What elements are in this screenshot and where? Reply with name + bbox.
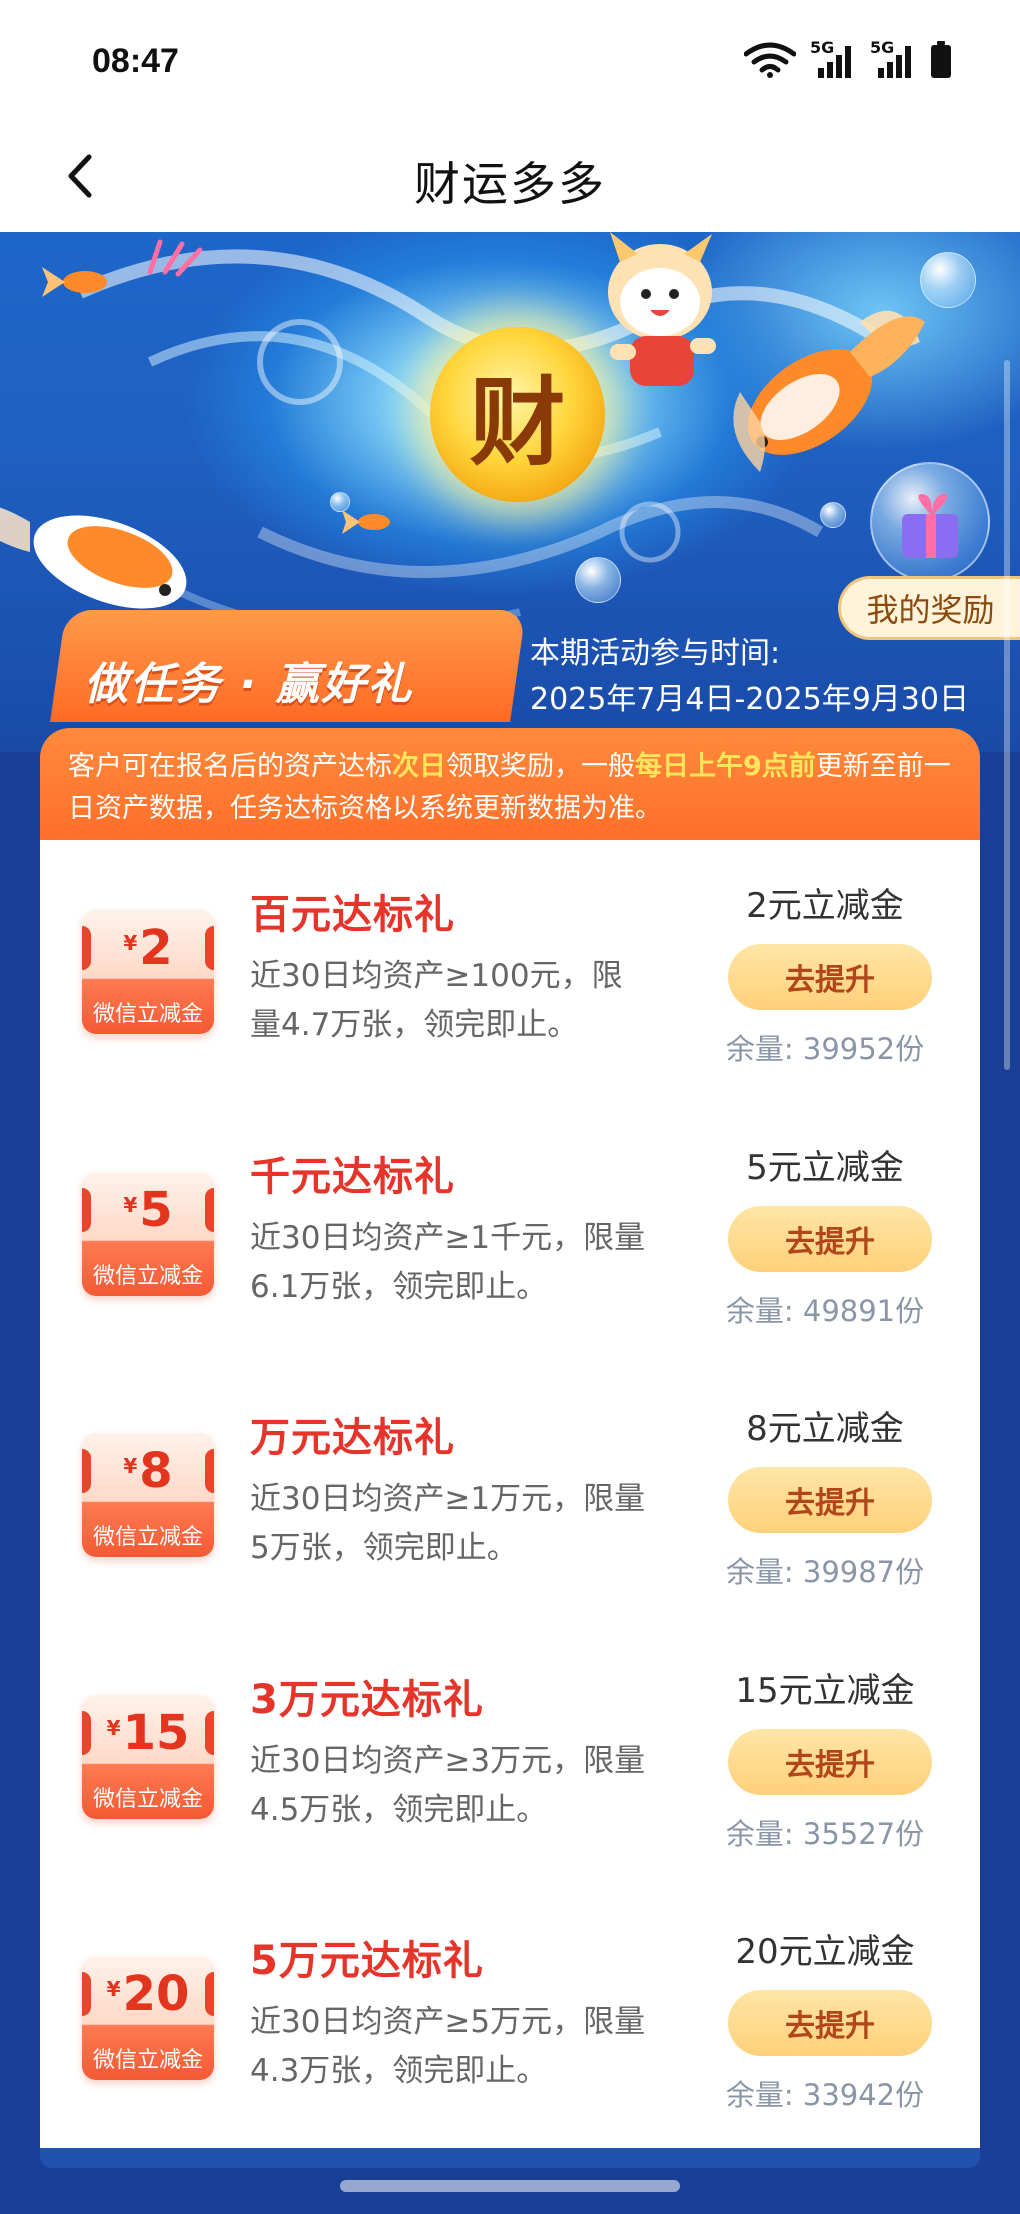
boost-button[interactable]: 去提升 <box>728 1467 932 1533</box>
notice-highlight: 每日上午9点前 <box>635 751 816 782</box>
task-title: 万元达标礼 <box>250 1415 455 1461</box>
task-row: ¥8 微信立减金 万元达标礼 近30日均资产≥1万元，限量 5万张，领完即止。 … <box>40 1363 980 1625</box>
task-description-line: 4.5万张，领完即止。 <box>250 1792 548 1828</box>
coupon-value: 15 <box>122 1705 190 1761</box>
bubble <box>575 557 621 603</box>
task-list: ¥2 微信立减金 百元达标礼 近30日均资产≥100元，限 量4.7万张，领完即… <box>40 840 980 2148</box>
task-description: 近30日均资产≥5万元，限量 4.3万张，领完即止。 <box>250 1998 690 2096</box>
currency-symbol: ¥ <box>123 931 138 955</box>
task-reward: 20元立减金 <box>735 1932 915 1972</box>
coupon-amount: ¥15 <box>82 1705 214 1761</box>
currency-symbol: ¥ <box>123 1193 138 1217</box>
small-fish-illustration <box>42 267 107 297</box>
wifi-icon <box>744 42 796 78</box>
signal-icon: 5G <box>810 38 856 80</box>
home-indicator[interactable] <box>340 2180 680 2192</box>
task-reward: 15元立减金 <box>735 1671 915 1711</box>
coupon-label: 微信立减金 <box>92 1264 203 1289</box>
task-title: 3万元达标礼 <box>250 1677 484 1723</box>
task-description-line: 近30日均资产≥1万元，限量 <box>250 1481 646 1517</box>
task-title: 百元达标礼 <box>250 892 455 938</box>
notice-part: 领取奖励，一般 <box>446 751 635 782</box>
task-title: 千元达标礼 <box>250 1154 455 1200</box>
coupon-label: 微信立减金 <box>92 1525 203 1550</box>
task-stock: 余量: 39987份 <box>725 1555 925 1589</box>
status-bar: 08:47 5G 5G <box>0 0 1020 120</box>
coin-character: 财 <box>469 366 566 479</box>
koi-fish-illustration <box>733 310 925 472</box>
coupon-badge: ¥2 微信立减金 <box>82 910 214 1034</box>
currency-symbol: ¥ <box>106 1977 121 2001</box>
task-description-line: 量4.7万张，领完即止。 <box>250 1007 579 1043</box>
coupon-value: 2 <box>139 920 173 976</box>
boost-button[interactable]: 去提升 <box>728 1990 932 2056</box>
task-description-line: 近30日均资产≥1千元，限量 <box>250 1220 646 1256</box>
activity-period-label: 本期活动参与时间: <box>530 636 781 671</box>
task-stock: 余量: 49891份 <box>725 1294 925 1328</box>
boost-button[interactable]: 去提升 <box>728 1206 932 1272</box>
currency-symbol: ¥ <box>123 1454 138 1478</box>
coupon-amount: ¥8 <box>82 1443 214 1499</box>
status-icons: 5G 5G <box>744 38 952 80</box>
boost-button[interactable]: 去提升 <box>728 1729 932 1795</box>
gift-bubble-illustration <box>870 462 990 582</box>
page-title: 财运多多 <box>414 157 606 211</box>
coupon-label: 微信立减金 <box>92 1787 203 1812</box>
task-banner-title: 做任务 · 赢好礼 <box>84 659 414 710</box>
task-description-line: 6.1万张，领完即止。 <box>250 1269 548 1305</box>
coupon-badge: ¥8 微信立减金 <box>82 1433 214 1557</box>
nav-bar: 财运多多 <box>0 120 1020 232</box>
task-row: ¥15 微信立减金 3万元达标礼 近30日均资产≥3万元，限量 4.5万张，领完… <box>40 1625 980 1887</box>
task-description-line: 5万张，领完即止。 <box>250 1530 518 1566</box>
task-reward: 5元立减金 <box>746 1148 904 1188</box>
coupon-amount: ¥20 <box>82 1966 214 2022</box>
notice-text: 客户可在报名后的资产达标次日领取奖励，一般每日上午9点前更新至前一日资产数据，任… <box>40 728 980 840</box>
task-description: 近30日均资产≥1千元，限量 6.1万张，领完即止。 <box>250 1214 690 1312</box>
bubble <box>820 502 846 528</box>
coupon-badge: ¥5 微信立减金 <box>82 1172 214 1296</box>
task-row: ¥20 微信立减金 5万元达标礼 近30日均资产≥5万元，限量 4.3万张，领完… <box>40 1886 980 2148</box>
task-row: ¥2 微信立减金 百元达标礼 近30日均资产≥100元，限 量4.7万张，领完即… <box>40 840 980 1102</box>
currency-symbol: ¥ <box>106 1716 121 1740</box>
coupon-value: 8 <box>139 1443 173 1499</box>
task-description: 近30日均资产≥3万元，限量 4.5万张，领完即止。 <box>250 1737 690 1835</box>
task-row: ¥5 微信立减金 千元达标礼 近30日均资产≥1千元，限量 6.1万张，领完即止… <box>40 1102 980 1364</box>
task-description-line: 近30日均资产≥3万元，限量 <box>250 1743 646 1779</box>
signal-icon: 5G <box>870 38 916 80</box>
coupon-badge: ¥20 微信立减金 <box>82 1956 214 2080</box>
scrollbar[interactable] <box>1004 360 1010 1070</box>
task-description-line: 4.3万张，领完即止。 <box>250 2053 548 2089</box>
task-description-line: 近30日均资产≥5万元，限量 <box>250 2004 646 2040</box>
task-stock: 余量: 35527份 <box>725 1817 925 1851</box>
battery-icon <box>931 41 951 78</box>
coupon-value: 5 <box>139 1182 173 1238</box>
activity-period-value: 2025年7月4日-2025年9月30日 <box>530 682 969 717</box>
coupon-badge: ¥15 微信立减金 <box>82 1695 214 1819</box>
status-time: 08:47 <box>92 42 179 80</box>
task-description: 近30日均资产≥100元，限 量4.7万张，领完即止。 <box>250 952 690 1050</box>
notice-highlight: 次日 <box>392 751 446 782</box>
task-stock: 余量: 33942份 <box>725 2078 925 2112</box>
coupon-label: 微信立减金 <box>92 2048 203 2073</box>
task-reward: 8元立减金 <box>746 1409 904 1449</box>
coupon-amount: ¥2 <box>82 920 214 976</box>
my-reward-button[interactable]: 我的奖励 <box>838 576 1020 640</box>
task-reward: 2元立减金 <box>746 886 904 926</box>
coupon-amount: ¥5 <box>82 1182 214 1238</box>
coupon-label: 微信立减金 <box>92 1002 203 1027</box>
small-fish-illustration <box>342 510 390 534</box>
notice-part: 客户可在报名后的资产达标 <box>68 751 392 782</box>
task-stock: 余量: 39952份 <box>725 1032 925 1066</box>
card-bottom-edge <box>40 2148 980 2168</box>
task-description-line: 近30日均资产≥100元，限 <box>250 958 623 994</box>
boost-button[interactable]: 去提升 <box>728 944 932 1010</box>
coupon-value: 20 <box>122 1966 190 2022</box>
task-title: 5万元达标礼 <box>250 1938 484 1984</box>
task-description: 近30日均资产≥1万元，限量 5万张，领完即止。 <box>250 1475 690 1573</box>
gift-icon <box>902 494 958 558</box>
fortune-coin: 财 <box>430 327 605 502</box>
